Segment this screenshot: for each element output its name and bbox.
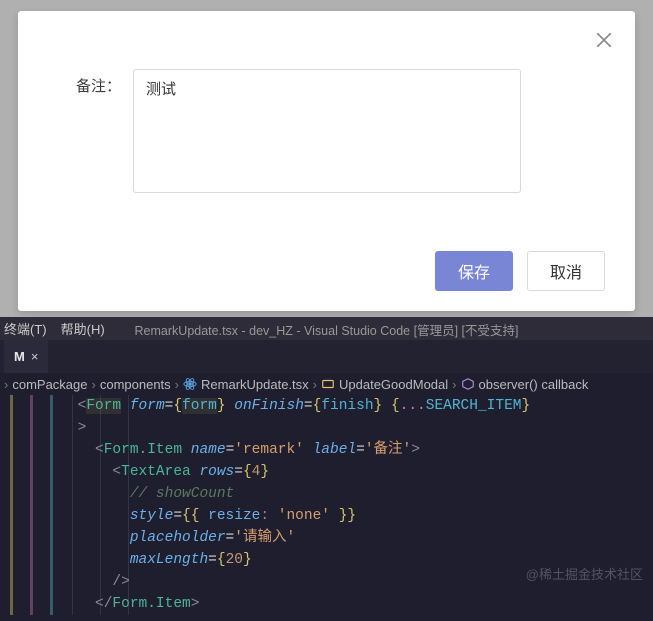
chevron-right-icon: ›: [452, 377, 456, 392]
remark-textarea[interactable]: [133, 69, 521, 193]
react-file-icon: [183, 377, 197, 391]
breadcrumb-item[interactable]: observer() callback: [479, 377, 589, 392]
symbol-variable-icon: [321, 377, 335, 391]
modal-backdrop: 备注： 保存 取消: [0, 0, 653, 317]
code-line: </Form.Item>: [8, 593, 653, 615]
code-line: // showCount: [8, 483, 653, 505]
save-button[interactable]: 保存: [435, 251, 513, 291]
menu-terminal[interactable]: 终端(T): [4, 319, 47, 338]
code-line: >: [8, 417, 653, 439]
menu-bar: 终端(T) 帮助(H): [0, 317, 653, 340]
breadcrumbs[interactable]: › comPackage › components › RemarkUpdate…: [0, 373, 653, 395]
code-line: <Form form={form} onFinish={finish} {...…: [8, 395, 653, 417]
close-icon[interactable]: ×: [31, 349, 39, 364]
code-line: <TextArea rows={4}: [8, 461, 653, 483]
close-icon[interactable]: [595, 31, 613, 49]
vscode-editor: 终端(T) 帮助(H) RemarkUpdate.tsx - dev_HZ - …: [0, 317, 653, 621]
cancel-button[interactable]: 取消: [527, 251, 605, 291]
tab-modified-indicator: M: [14, 349, 25, 364]
watermark: @稀土掘金技术社区: [526, 564, 643, 583]
code-line: placeholder='请输入': [8, 527, 653, 549]
breadcrumb-item[interactable]: comPackage: [12, 377, 87, 392]
breadcrumb-item[interactable]: RemarkUpdate.tsx: [201, 377, 309, 392]
tab-remarkupdate[interactable]: M ×: [4, 340, 48, 373]
remark-label: 备注：: [48, 69, 133, 96]
chevron-right-icon: ›: [4, 377, 8, 392]
symbol-method-icon: [461, 377, 475, 391]
code-line: style={{ resize: 'none' }}: [8, 505, 653, 527]
tab-bar: M ×: [0, 340, 653, 373]
chevron-right-icon: ›: [175, 377, 179, 392]
menu-help[interactable]: 帮助(H): [61, 319, 105, 338]
code-line: <Form.Item name='remark' label='备注'>: [8, 439, 653, 461]
chevron-right-icon: ›: [313, 377, 317, 392]
chevron-right-icon: ›: [92, 377, 96, 392]
modal-dialog: 备注： 保存 取消: [18, 11, 635, 311]
breadcrumb-item[interactable]: components: [100, 377, 171, 392]
breadcrumb-item[interactable]: UpdateGoodModal: [339, 377, 448, 392]
form-row-remark: 备注：: [48, 69, 605, 193]
modal-footer: 保存 取消: [48, 251, 605, 291]
